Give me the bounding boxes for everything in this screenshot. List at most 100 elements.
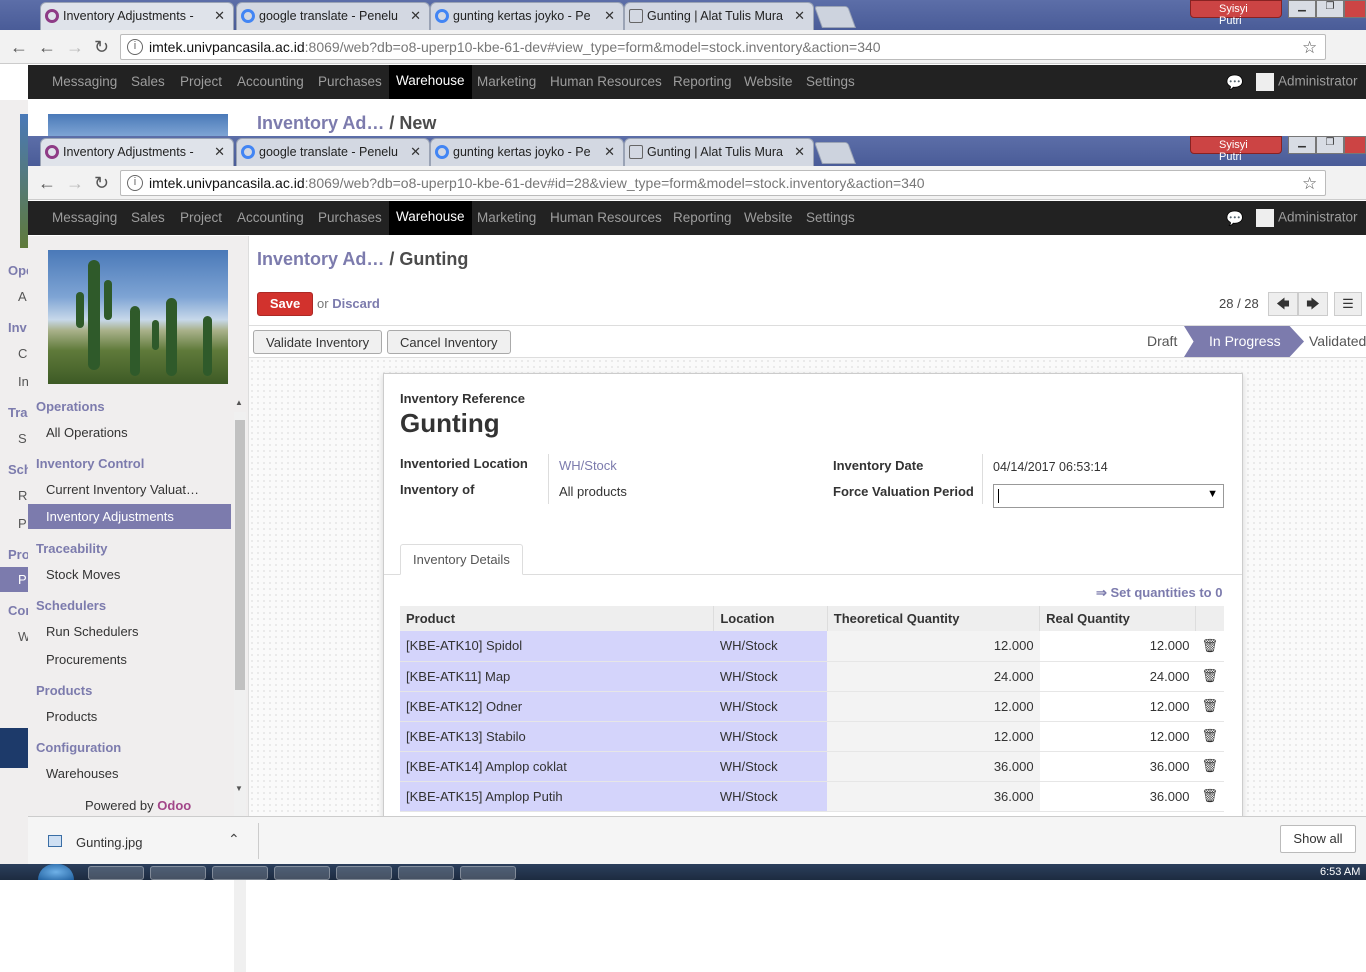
menu-sales[interactable]: Sales — [131, 74, 165, 89]
set-quantities-zero-button[interactable]: ⇒ Set quantities to 0 — [1096, 585, 1222, 601]
taskbar-app-icon[interactable] — [398, 866, 454, 880]
cell-product[interactable]: [KBE-ATK10] Spidol — [400, 631, 714, 662]
menu-warehouse[interactable]: Warehouse — [389, 201, 472, 235]
column-header-real-quantity[interactable]: Real Quantity — [1039, 606, 1196, 631]
user-menu[interactable]: Administrator — [1256, 209, 1358, 227]
close-icon[interactable]: ✕ — [410, 8, 421, 24]
table-row[interactable]: [KBE-ATK10] Spidol WH/Stock 12.000 12.00… — [400, 631, 1224, 662]
menu-human-resources[interactable]: Human Resources — [550, 74, 662, 89]
trash-icon[interactable]: 🗑 — [1195, 751, 1224, 782]
cell-product[interactable]: [KBE-ATK13] Stabilo — [400, 721, 714, 752]
sidebar-item-products[interactable]: Products — [46, 709, 97, 724]
taskbar-ie-icon[interactable] — [150, 866, 206, 880]
table-row[interactable]: [KBE-ATK13] Stabilo WH/Stock 12.000 12.0… — [400, 721, 1224, 752]
cell-location[interactable]: WH/Stock — [713, 661, 828, 692]
taskbar-chrome-icon[interactable] — [336, 866, 392, 880]
table-row[interactable]: [KBE-ATK12] Odner WH/Stock 12.000 12.000… — [400, 691, 1224, 722]
bookmark-star-icon[interactable]: ☆ — [1302, 38, 1317, 58]
menu-messaging[interactable]: Messaging — [52, 74, 117, 89]
save-button[interactable]: Save — [257, 292, 313, 316]
back-tab-2[interactable]: google translate - Penelu ✕ — [236, 2, 430, 30]
sidebar-item-inventory-valuation[interactable]: Current Inventory Valuat… — [46, 482, 199, 497]
cell-location[interactable]: WH/Stock — [713, 751, 828, 782]
table-row[interactable]: [KBE-ATK11] Map WH/Stock 24.000 24.000 🗑 — [400, 661, 1224, 692]
tab-google-translate[interactable]: google translate - Penelu ✕ — [236, 138, 430, 166]
trash-icon[interactable]: 🗑 — [1195, 631, 1224, 662]
cell-real-quantity[interactable]: 24.000 — [1039, 661, 1196, 692]
cell-product[interactable]: [KBE-ATK12] Odner — [400, 691, 714, 722]
odoo-link[interactable]: Odoo — [157, 798, 191, 813]
minimize-button[interactable]: ▁ — [1288, 0, 1316, 18]
close-icon[interactable]: ✕ — [410, 144, 421, 160]
force-valuation-period-select[interactable]: ▼ — [993, 484, 1224, 508]
tab-inventory-details[interactable]: Inventory Details — [400, 544, 523, 575]
tab-alat-tulis[interactable]: Gunting | Alat Tulis Mura ✕ — [624, 138, 814, 166]
forward-arrow-icon[interactable]: → — [66, 173, 84, 194]
menu-messaging[interactable]: Messaging — [52, 210, 117, 225]
menu-warehouse[interactable]: Warehouse — [389, 65, 472, 99]
cell-location[interactable]: WH/Stock — [713, 691, 828, 722]
menu-human-resources[interactable]: Human Resources — [550, 210, 662, 225]
cell-location[interactable]: WH/Stock — [713, 781, 828, 812]
back-arrow-icon[interactable]: ← — [38, 173, 56, 194]
scroll-down-icon[interactable]: ▼ — [235, 784, 243, 793]
table-row[interactable]: [KBE-ATK15] Amplop Putih WH/Stock 36.000… — [400, 781, 1224, 812]
tab-inventory-adjustments[interactable]: Inventory Adjustments - ✕ — [40, 138, 234, 166]
close-window-button[interactable] — [1344, 0, 1366, 18]
close-icon[interactable]: ✕ — [214, 144, 225, 160]
menu-website[interactable]: Website — [744, 74, 793, 89]
chat-icon[interactable]: 💬 — [1226, 210, 1243, 227]
sidebar-scrollbar[interactable]: ▲ ▼ — [234, 398, 246, 972]
maximize-button[interactable]: ❐ — [1316, 0, 1344, 18]
taskbar-app-icon[interactable] — [212, 866, 268, 880]
menu-purchases[interactable]: Purchases — [318, 210, 382, 225]
chevron-up-icon[interactable]: ⌃ — [228, 831, 240, 848]
forward-arrow-icon[interactable]: → — [66, 37, 84, 58]
close-icon[interactable]: ✕ — [604, 144, 615, 160]
back-tab-4[interactable]: Gunting | Alat Tulis Mura ✕ — [624, 2, 814, 30]
menu-settings[interactable]: Settings — [806, 210, 855, 225]
cell-real-quantity[interactable]: 36.000 — [1039, 751, 1196, 782]
trash-icon[interactable]: 🗑 — [1195, 661, 1224, 692]
menu-sales[interactable]: Sales — [131, 210, 165, 225]
back-url-field[interactable]: i imtek.univpancasila.ac.id:8069/web?db=o… — [120, 34, 1326, 60]
menu-accounting[interactable]: Accounting — [237, 74, 304, 89]
trash-icon[interactable]: 🗑 — [1195, 721, 1224, 752]
sidebar-item-run-schedulers[interactable]: Run Schedulers — [46, 624, 139, 639]
close-icon[interactable]: ✕ — [794, 8, 805, 24]
url-field[interactable]: i imtek.univpancasila.ac.id:8069/web?db=o… — [120, 170, 1326, 196]
show-all-button[interactable]: Show all — [1280, 825, 1356, 853]
close-icon[interactable]: ✕ — [604, 8, 615, 24]
cell-real-quantity[interactable]: 12.000 — [1039, 721, 1196, 752]
bookmark-star-icon[interactable]: ☆ — [1302, 174, 1317, 194]
stage-in-progress[interactable]: In Progress — [1184, 326, 1304, 357]
back-tab-3[interactable]: gunting kertas joyko - Pe ✕ — [430, 2, 624, 30]
scrollbar-thumb[interactable] — [235, 420, 245, 690]
breadcrumb-link[interactable]: Inventory Ad… — [257, 249, 384, 269]
close-icon[interactable]: ✕ — [794, 144, 805, 160]
table-row[interactable]: [KBE-ATK14] Amplop coklat WH/Stock 36.00… — [400, 751, 1224, 782]
trash-icon[interactable]: 🗑 — [1195, 691, 1224, 722]
menu-project[interactable]: Project — [180, 210, 222, 225]
chat-icon[interactable]: 💬 — [1226, 74, 1243, 91]
cancel-inventory-button[interactable]: Cancel Inventory — [387, 330, 511, 354]
menu-marketing[interactable]: Marketing — [477, 74, 536, 89]
tab-gunting-kertas[interactable]: gunting kertas joyko - Pe ✕ — [430, 138, 624, 166]
cell-real-quantity[interactable]: 36.000 — [1039, 781, 1196, 812]
menu-marketing[interactable]: Marketing — [477, 210, 536, 225]
discard-button[interactable]: Discard — [332, 296, 380, 311]
back-arrow-icon[interactable]: ← — [38, 37, 56, 58]
close-icon[interactable]: ✕ — [214, 8, 225, 24]
reload-icon[interactable]: ↻ — [94, 173, 109, 194]
new-tab-button[interactable] — [813, 6, 857, 28]
menu-purchases[interactable]: Purchases — [318, 74, 382, 89]
trash-icon[interactable]: 🗑 — [1195, 781, 1224, 812]
back-arrow-icon[interactable]: ← — [10, 37, 28, 58]
cell-real-quantity[interactable]: 12.000 — [1039, 691, 1196, 722]
taskbar-app-icon[interactable] — [460, 866, 516, 880]
minimize-button[interactable]: ▁ — [1288, 136, 1316, 154]
cell-product[interactable]: [KBE-ATK11] Map — [400, 661, 714, 692]
column-header-product[interactable]: Product — [400, 606, 715, 631]
close-window-button[interactable] — [1344, 136, 1366, 154]
back-tab-1[interactable]: Inventory Adjustments - ✕ — [40, 2, 234, 30]
